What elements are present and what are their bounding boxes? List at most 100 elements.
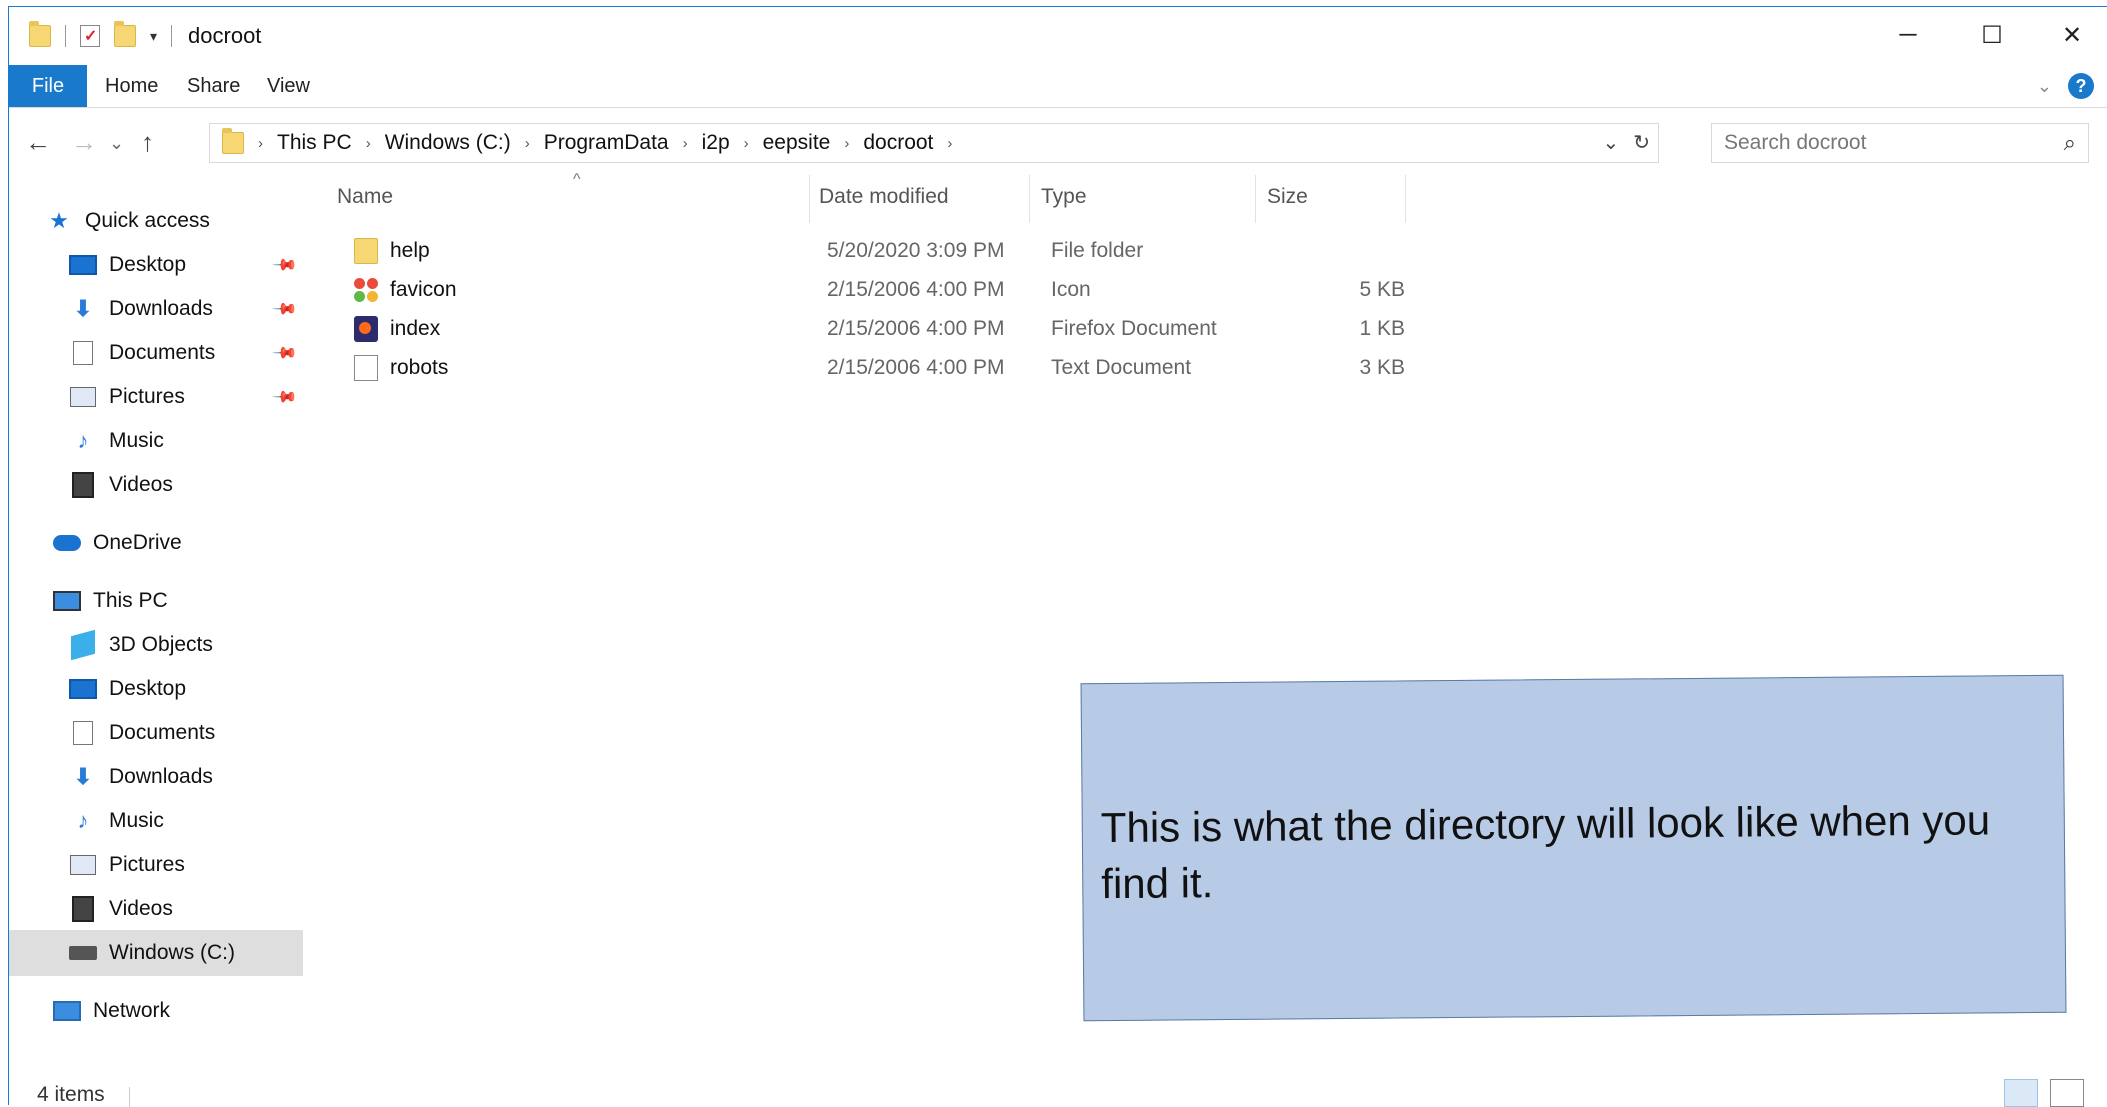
folder-icon bbox=[222, 128, 244, 154]
sidebar-item-pc-pictures[interactable]: Pictures bbox=[69, 847, 185, 883]
refresh-icon[interactable]: ↻ bbox=[1633, 130, 1650, 155]
explorer-window: ▾ docroot ─ ☐ ✕ File Home Share View ⌄ ?… bbox=[8, 6, 2107, 1107]
crumb-separator[interactable]: › bbox=[366, 135, 371, 152]
new-folder-icon[interactable] bbox=[114, 21, 136, 47]
tab-file[interactable]: File bbox=[9, 65, 87, 107]
search-icon[interactable]: ⌕ bbox=[2064, 130, 2076, 156]
callout-text: This is what the directory will look lik… bbox=[1100, 796, 1991, 908]
pictures-icon bbox=[69, 385, 97, 409]
file-name-cell: robots bbox=[354, 350, 448, 386]
breadcrumb-programdata[interactable]: ProgramData bbox=[544, 131, 669, 155]
sidebar-item-windows-c[interactable]: Windows (C:) bbox=[69, 935, 235, 971]
sidebar-item-pc-downloads[interactable]: ⬇ Downloads bbox=[69, 759, 213, 795]
ribbon-controls: ⌄ ? bbox=[2037, 73, 2094, 99]
column-header-date-modified[interactable]: Date modified bbox=[819, 169, 949, 225]
sidebar-item-onedrive[interactable]: OneDrive bbox=[53, 525, 182, 561]
tab-share[interactable]: Share bbox=[187, 65, 240, 107]
ribbon-tabs: File Home Share View ⌄ ? bbox=[9, 65, 2107, 107]
up-button[interactable]: ↑ bbox=[141, 127, 154, 158]
sidebar-item-pc-documents[interactable]: Documents bbox=[69, 715, 215, 751]
file-size: 1 KB bbox=[1359, 317, 1405, 340]
view-switcher bbox=[2004, 1079, 2084, 1107]
properties-icon[interactable] bbox=[80, 25, 100, 47]
sidebar-item-label: Pictures bbox=[109, 385, 185, 408]
large-icons-view-icon[interactable] bbox=[2050, 1079, 2084, 1107]
folder-icon[interactable] bbox=[29, 21, 51, 47]
tab-home[interactable]: Home bbox=[105, 65, 158, 107]
forward-button[interactable]: → bbox=[71, 127, 97, 158]
pin-icon[interactable]: 📌 bbox=[271, 383, 299, 411]
item-count: 4 items bbox=[37, 1083, 105, 1106]
music-icon: ♪ bbox=[77, 428, 89, 453]
close-button[interactable]: ✕ bbox=[2042, 15, 2102, 55]
crumb-separator[interactable]: › bbox=[258, 135, 263, 152]
breadcrumb-windows-c[interactable]: Windows (C:) bbox=[385, 131, 511, 155]
file-name: favicon bbox=[390, 278, 457, 301]
file-row[interactable]: index 2/15/2006 4:00 PM Firefox Document… bbox=[9, 311, 1409, 347]
sidebar-item-network[interactable]: Network bbox=[53, 993, 170, 1029]
file-date: 2/15/2006 4:00 PM bbox=[827, 317, 1005, 340]
recent-locations-button[interactable]: ⌄ bbox=[109, 133, 124, 154]
sidebar-item-pc-videos[interactable]: Videos bbox=[69, 891, 173, 927]
sidebar-item-label: Videos bbox=[109, 897, 173, 920]
file-name: help bbox=[390, 239, 430, 262]
sidebar-item-label: Downloads bbox=[109, 765, 213, 788]
column-divider[interactable] bbox=[1029, 175, 1030, 223]
crumb-separator[interactable]: › bbox=[947, 135, 952, 152]
sidebar-item-videos[interactable]: Videos bbox=[69, 467, 173, 503]
file-row[interactable]: robots 2/15/2006 4:00 PM Text Document 3… bbox=[9, 350, 1409, 386]
sidebar-item-label: Videos bbox=[109, 473, 173, 496]
computer-icon bbox=[53, 589, 81, 613]
breadcrumb-docroot[interactable]: docroot bbox=[863, 131, 933, 155]
sidebar-item-label: Desktop bbox=[109, 677, 187, 700]
sidebar-item-pc-music[interactable]: ♪ Music bbox=[69, 803, 164, 839]
drive-icon bbox=[69, 941, 97, 965]
crumb-separator[interactable]: › bbox=[844, 135, 849, 152]
qat-dropdown-icon[interactable]: ▾ bbox=[150, 28, 157, 45]
file-row[interactable]: favicon 2/15/2006 4:00 PM Icon 5 KB bbox=[9, 272, 1409, 308]
file-type: Text Document bbox=[1051, 356, 1192, 379]
column-header-name[interactable]: Name bbox=[337, 169, 393, 225]
sidebar-item-this-pc[interactable]: This PC bbox=[53, 583, 168, 619]
sidebar-item-3d-objects[interactable]: 3D Objects bbox=[69, 627, 213, 663]
title-bar: ▾ docroot ─ ☐ ✕ bbox=[9, 7, 2107, 63]
details-view-icon[interactable] bbox=[2004, 1079, 2038, 1107]
column-header-size[interactable]: Size bbox=[1267, 169, 1308, 225]
file-size: 3 KB bbox=[1359, 356, 1405, 379]
address-controls: ⌄ ↻ bbox=[1602, 130, 1650, 155]
crumb-separator[interactable]: › bbox=[683, 135, 688, 152]
column-divider[interactable] bbox=[1255, 175, 1256, 223]
text-document-icon bbox=[354, 355, 378, 381]
column-divider[interactable] bbox=[809, 175, 810, 223]
crumb-separator[interactable]: › bbox=[525, 135, 530, 152]
file-name: index bbox=[390, 317, 441, 340]
sidebar-item-label: Music bbox=[109, 809, 164, 832]
minimize-button[interactable]: ─ bbox=[1878, 15, 1938, 55]
sidebar-item-label: Documents bbox=[109, 721, 216, 744]
breadcrumb-i2p[interactable]: i2p bbox=[702, 131, 730, 155]
help-icon[interactable]: ? bbox=[2068, 73, 2094, 99]
address-dropdown-icon[interactable]: ⌄ bbox=[1602, 130, 1619, 155]
file-date: 5/20/2020 3:09 PM bbox=[827, 239, 1005, 262]
file-row[interactable]: help 5/20/2020 3:09 PM File folder bbox=[9, 233, 1409, 269]
column-divider[interactable] bbox=[1405, 175, 1406, 223]
videos-icon bbox=[69, 896, 97, 922]
column-header-type[interactable]: Type bbox=[1041, 169, 1087, 225]
expand-ribbon-icon[interactable]: ⌄ bbox=[2037, 76, 2052, 97]
back-button[interactable]: ← bbox=[25, 127, 51, 158]
tab-view[interactable]: View bbox=[267, 65, 310, 107]
qat-separator bbox=[171, 25, 173, 47]
sidebar-item-pc-desktop[interactable]: Desktop bbox=[69, 671, 186, 707]
address-bar[interactable]: › This PC › Windows (C:) › ProgramData ›… bbox=[209, 123, 1659, 163]
sidebar-item-label: OneDrive bbox=[93, 531, 182, 554]
sidebar-item-label: This PC bbox=[93, 589, 168, 612]
breadcrumb-eepsite[interactable]: eepsite bbox=[763, 131, 831, 155]
sidebar-item-music[interactable]: ♪ Music bbox=[69, 423, 164, 459]
breadcrumb-this-pc[interactable]: This PC bbox=[277, 131, 352, 155]
maximize-button[interactable]: ☐ bbox=[1962, 15, 2022, 55]
folder-icon bbox=[354, 238, 378, 264]
crumb-separator[interactable]: › bbox=[744, 135, 749, 152]
file-name: robots bbox=[390, 356, 449, 379]
file-name-cell: favicon bbox=[354, 272, 457, 308]
search-input[interactable]: Search docroot ⌕ bbox=[1711, 123, 2089, 163]
